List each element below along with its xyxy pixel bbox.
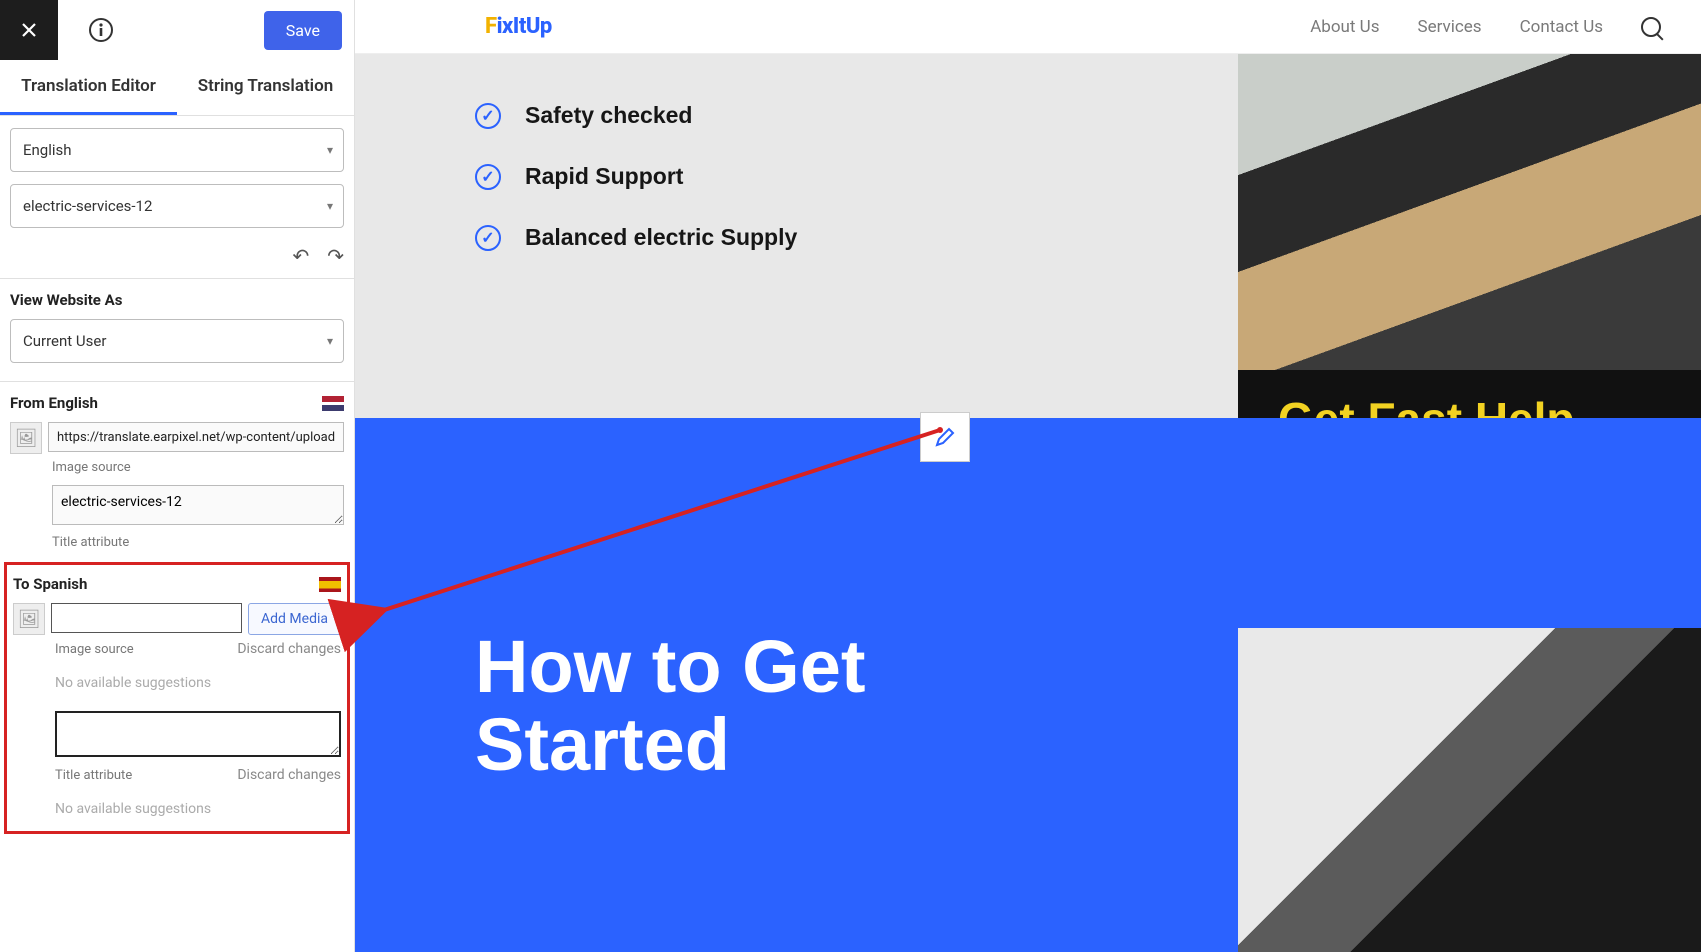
check-text-2: Rapid Support <box>525 163 683 190</box>
hero-top-section: ✓ Safety checked ✓ Rapid Support ✓ Balan… <box>355 54 1701 418</box>
tab-translation-editor[interactable]: Translation Editor <box>0 60 177 115</box>
site-preview: FixItUp About Us Services Contact Us ✓ S… <box>355 0 1701 952</box>
panel-top-bar: Save <box>0 0 354 60</box>
info-icon <box>88 17 114 43</box>
check-item-1: ✓ Safety checked <box>475 102 1238 129</box>
check-item-2: ✓ Rapid Support <box>475 163 1238 190</box>
check-item-3: ✓ Balanced electric Supply <box>475 224 1238 251</box>
panel-controls: English electric-services-12 <box>0 116 354 240</box>
check-icon: ✓ <box>475 164 501 190</box>
logo-letter-f: F <box>485 14 497 39</box>
close-button[interactable] <box>0 0 58 60</box>
check-icon: ✓ <box>475 225 501 251</box>
search-icon[interactable] <box>1641 17 1661 37</box>
redo-icon[interactable]: ↷ <box>327 244 344 268</box>
from-title-attr-label: Title attribute <box>52 535 344 550</box>
hero-photo <box>1238 54 1701 370</box>
to-language-label: To Spanish <box>13 575 87 593</box>
nav-services[interactable]: Services <box>1417 17 1481 37</box>
save-button[interactable]: Save <box>264 11 342 50</box>
undo-icon[interactable]: ↶ <box>292 244 309 268</box>
pencil-icon <box>934 426 956 448</box>
language-select[interactable]: English <box>10 128 344 172</box>
to-image-source-input[interactable] <box>51 603 242 633</box>
second-photo <box>1238 628 1701 952</box>
tab-string-translation[interactable]: String Translation <box>177 60 354 115</box>
info-button[interactable] <box>78 7 124 53</box>
view-as-section: View Website As Current User <box>0 279 354 381</box>
logo-rest: ixItUp <box>497 14 552 39</box>
check-text-3: Balanced electric Supply <box>525 224 797 251</box>
add-media-button[interactable]: Add Media <box>248 603 341 635</box>
from-image-source-input[interactable] <box>48 422 344 452</box>
no-suggestions-1: No available suggestions <box>55 675 341 691</box>
undo-redo-group: ↶ ↷ <box>0 240 354 278</box>
panel-tabs: Translation Editor String Translation <box>0 60 354 116</box>
to-title-attr-input[interactable] <box>55 711 341 757</box>
flag-us-icon <box>322 396 344 411</box>
nav-contact[interactable]: Contact Us <box>1520 17 1603 37</box>
image-icon: 🖼 <box>10 422 42 454</box>
view-as-select[interactable]: Current User <box>10 319 344 363</box>
to-title-attr-label: Title attribute <box>55 768 132 783</box>
image-icon: 🖼 <box>13 603 45 635</box>
from-language-section: From English 🖼 Image source electric-ser… <box>0 382 354 556</box>
blue-section: How to Get Started <box>355 418 1701 952</box>
edit-pencil-button[interactable] <box>920 412 970 462</box>
from-image-source-label: Image source <box>52 460 344 475</box>
site-logo[interactable]: FixItUp <box>485 14 552 39</box>
from-title-attr-input[interactable]: electric-services-12 <box>52 485 344 525</box>
site-header: FixItUp About Us Services Contact Us <box>355 0 1701 54</box>
nav-about[interactable]: About Us <box>1310 17 1379 37</box>
flag-es-icon <box>319 577 341 592</box>
discard-changes-link-1[interactable]: Discard changes <box>237 641 341 657</box>
to-language-section: To Spanish 🖼 Add Media Image source Disc… <box>4 562 350 834</box>
check-text-1: Safety checked <box>525 102 692 129</box>
hero-photo-wrap: Get Fast Help We're available 24/7 <box>1238 54 1701 418</box>
view-as-title: View Website As <box>10 291 344 309</box>
check-icon: ✓ <box>475 103 501 129</box>
translation-panel: Save Translation Editor String Translati… <box>0 0 355 952</box>
how-to-title: How to Get Started <box>475 628 1035 785</box>
close-icon <box>19 20 39 40</box>
item-select[interactable]: electric-services-12 <box>10 184 344 228</box>
feature-checks: ✓ Safety checked ✓ Rapid Support ✓ Balan… <box>355 54 1238 418</box>
to-image-source-label: Image source <box>55 642 134 657</box>
site-nav: About Us Services Contact Us <box>1310 17 1661 37</box>
no-suggestions-2: No available suggestions <box>55 801 341 817</box>
discard-changes-link-2[interactable]: Discard changes <box>237 767 341 783</box>
from-language-label: From English <box>10 394 98 412</box>
